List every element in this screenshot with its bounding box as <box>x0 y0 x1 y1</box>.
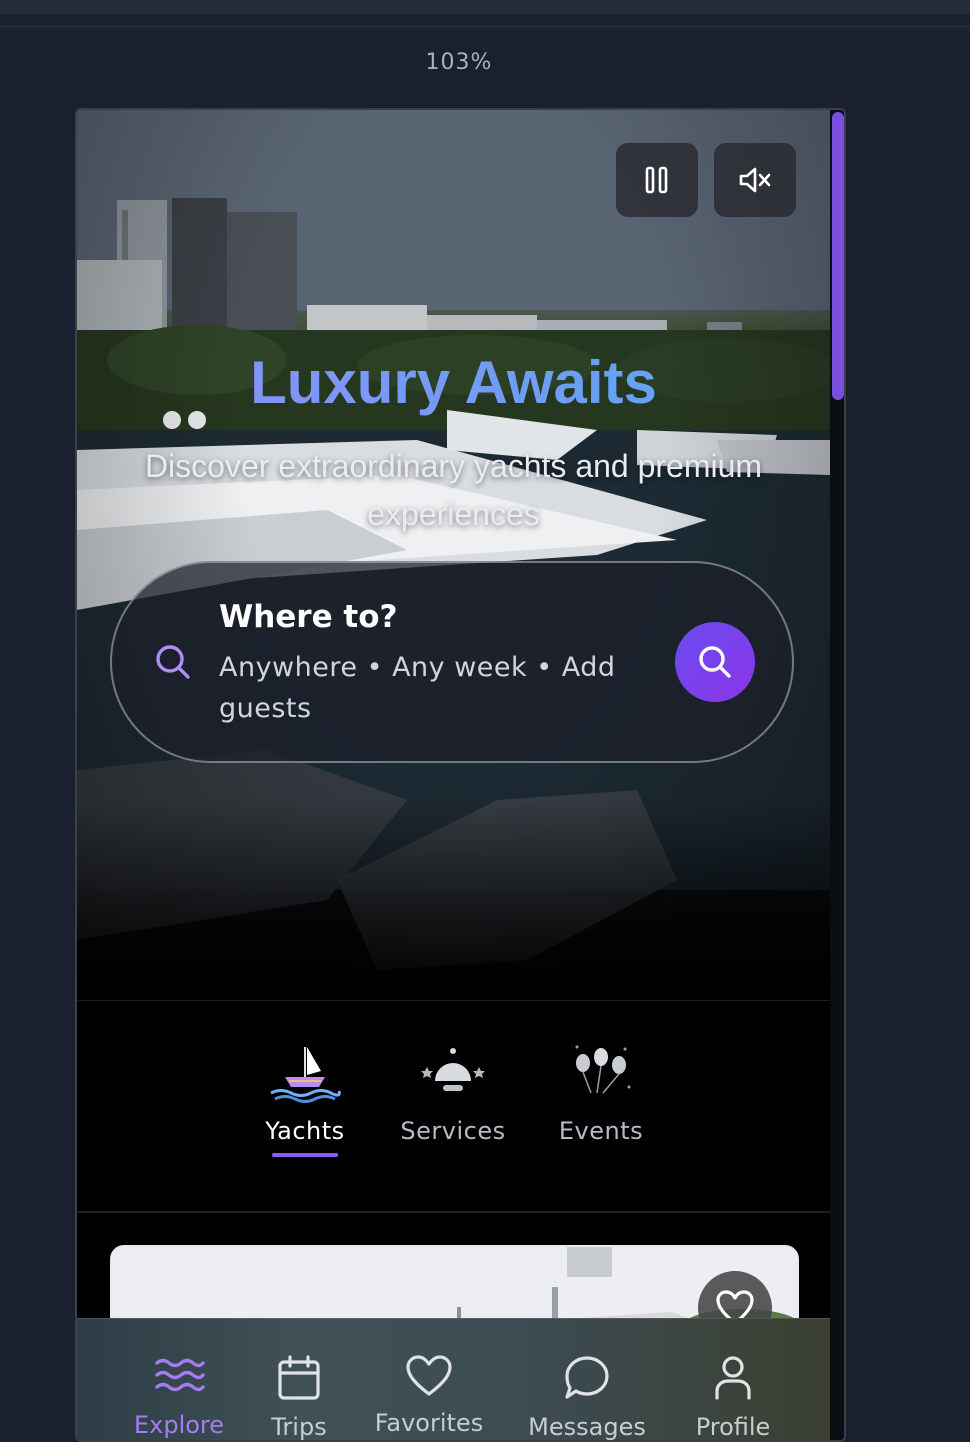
search-bar[interactable]: Where to? Anywhere • Any week • Add gues… <box>110 561 794 763</box>
category-tabs: Yachts Services Events <box>77 1000 830 1213</box>
tab-trips[interactable]: Trips <box>239 1355 359 1441</box>
user-icon <box>715 1356 751 1400</box>
device-frame: Luxury Awaits Discover extraordinary yac… <box>75 108 846 1442</box>
tab-explore[interactable]: Explore <box>119 1355 239 1439</box>
hero-fade <box>77 800 830 1000</box>
tab-label: Profile <box>695 1413 771 1441</box>
calendar-icon <box>278 1355 320 1400</box>
category-label: Events <box>558 1117 644 1145</box>
tab-profile[interactable]: Profile <box>673 1355 793 1441</box>
chat-bubble-icon <box>565 1356 609 1399</box>
balloons-icon <box>575 1045 631 1094</box>
mute-video-button[interactable] <box>714 143 796 217</box>
browser-divider <box>0 26 970 27</box>
search-title: Where to? <box>219 599 398 635</box>
tab-label: Favorites <box>374 1409 484 1437</box>
hero-section: Luxury Awaits Discover extraordinary yac… <box>77 110 830 1000</box>
category-label: Services <box>400 1117 506 1145</box>
search-icon <box>156 645 190 679</box>
tab-label: Messages <box>528 1413 646 1441</box>
search-submit-button[interactable] <box>675 622 755 702</box>
pause-icon <box>645 166 668 194</box>
concierge-bell-icon <box>421 1048 485 1091</box>
active-category-indicator <box>272 1153 338 1157</box>
scrollbar-track[interactable] <box>830 110 844 1440</box>
tab-messages[interactable]: Messages <box>527 1355 647 1441</box>
waves-icon <box>155 1358 205 1392</box>
hero-subtitle: Discover extraordinary yachts and premiu… <box>144 448 763 532</box>
browser-top-bar <box>0 0 970 14</box>
volume-muted-icon <box>739 167 771 193</box>
category-label: Yachts <box>265 1117 345 1145</box>
category-events[interactable]: Events <box>531 1041 671 1145</box>
search-summary: Anywhere • Any week • Add guests <box>219 652 616 724</box>
category-services[interactable]: Services <box>383 1041 523 1145</box>
tab-favorites[interactable]: Favorites <box>369 1355 489 1437</box>
tab-label: Explore <box>133 1411 225 1439</box>
zoom-level: 103% <box>425 50 493 75</box>
pause-video-button[interactable] <box>616 143 698 217</box>
category-yachts[interactable]: Yachts <box>235 1041 375 1157</box>
hero-title: Luxury Awaits <box>77 348 830 417</box>
heart-icon <box>406 1355 452 1396</box>
tab-label: Trips <box>271 1413 327 1441</box>
sailboat-icon <box>270 1047 341 1103</box>
search-icon <box>699 646 731 678</box>
scrollbar-thumb[interactable] <box>832 112 844 400</box>
bottom-tab-bar: Explore Trips Favorites Messages Profile <box>77 1318 830 1441</box>
